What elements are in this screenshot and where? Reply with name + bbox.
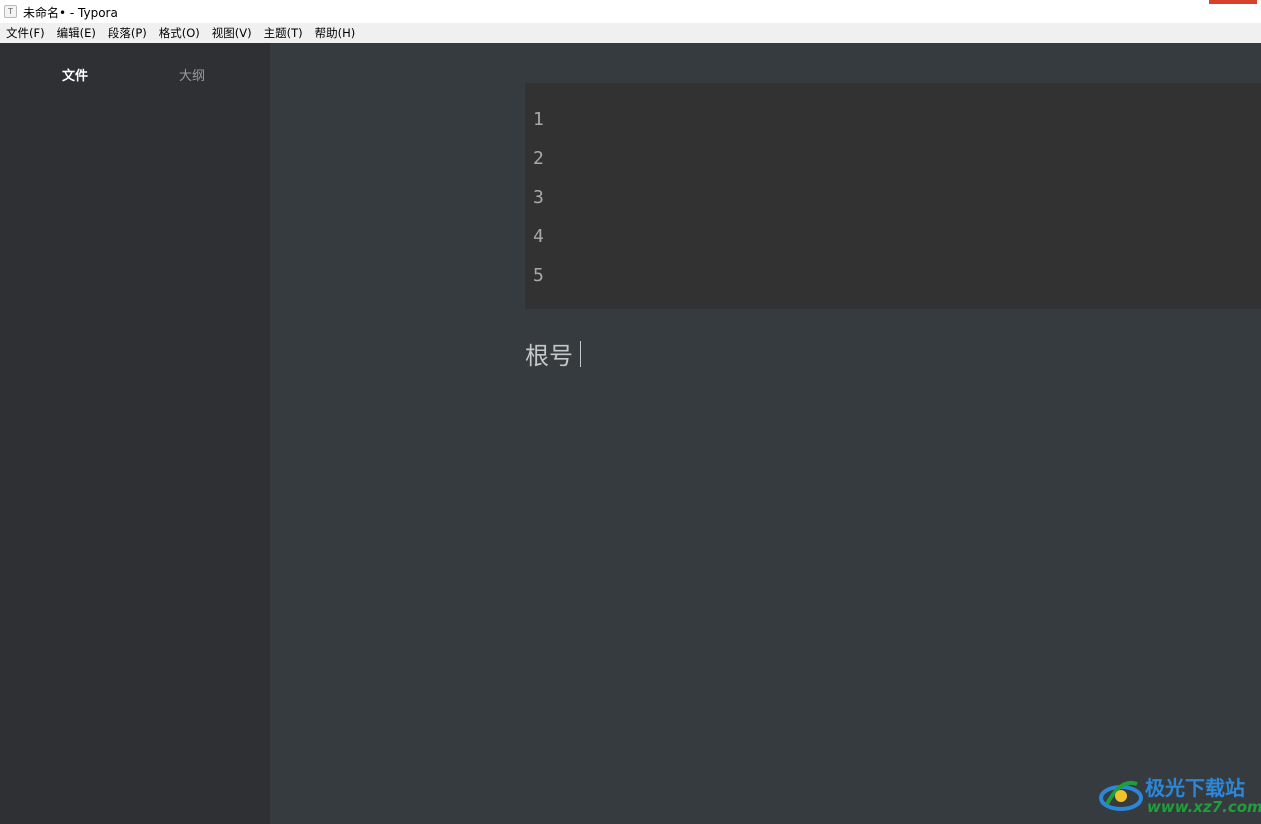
line-number: 5 [533, 265, 544, 286]
menu-format[interactable]: 格式(O) [159, 25, 200, 41]
watermark-title: 极光下载站 [1145, 776, 1245, 800]
paragraph-text: 根号 [525, 342, 573, 370]
window-title: 未命名• - Typora [23, 6, 118, 20]
text-cursor [580, 340, 581, 367]
tab-outline[interactable]: 大纲 [179, 65, 205, 84]
tab-files[interactable]: 文件 [62, 65, 88, 84]
line-number: 4 [533, 226, 544, 247]
editor-area[interactable]: 1 2 3 4 5 根号 [270, 43, 1261, 824]
line-number: 3 [533, 187, 544, 208]
menu-view[interactable]: 视图(V) [212, 25, 252, 41]
title-bar: T 未命名• - Typora [0, 0, 1261, 23]
menu-bar: 文件(F) 编辑(E) 段落(P) 格式(O) 视图(V) 主题(T) 帮助(H… [0, 23, 1261, 43]
watermark-logo-icon [1099, 781, 1143, 811]
line-number: 2 [533, 148, 544, 169]
close-window-button[interactable] [1209, 0, 1257, 4]
menu-themes[interactable]: 主题(T) [264, 25, 303, 41]
watermark: 极光下载站 www.xz7.com [1099, 770, 1261, 820]
line-number: 1 [533, 109, 544, 130]
menu-file[interactable]: 文件(F) [6, 25, 45, 41]
watermark-url: www.xz7.com [1147, 798, 1261, 816]
sidebar: 文件 大纲 [0, 43, 270, 824]
paragraph[interactable]: 根号 [525, 336, 581, 371]
typora-app-icon[interactable]: T [4, 5, 17, 18]
code-block[interactable]: 1 2 3 4 5 [525, 83, 1261, 309]
menu-help[interactable]: 帮助(H) [315, 25, 356, 41]
menu-paragraph[interactable]: 段落(P) [108, 25, 147, 41]
menu-edit[interactable]: 编辑(E) [57, 25, 96, 41]
